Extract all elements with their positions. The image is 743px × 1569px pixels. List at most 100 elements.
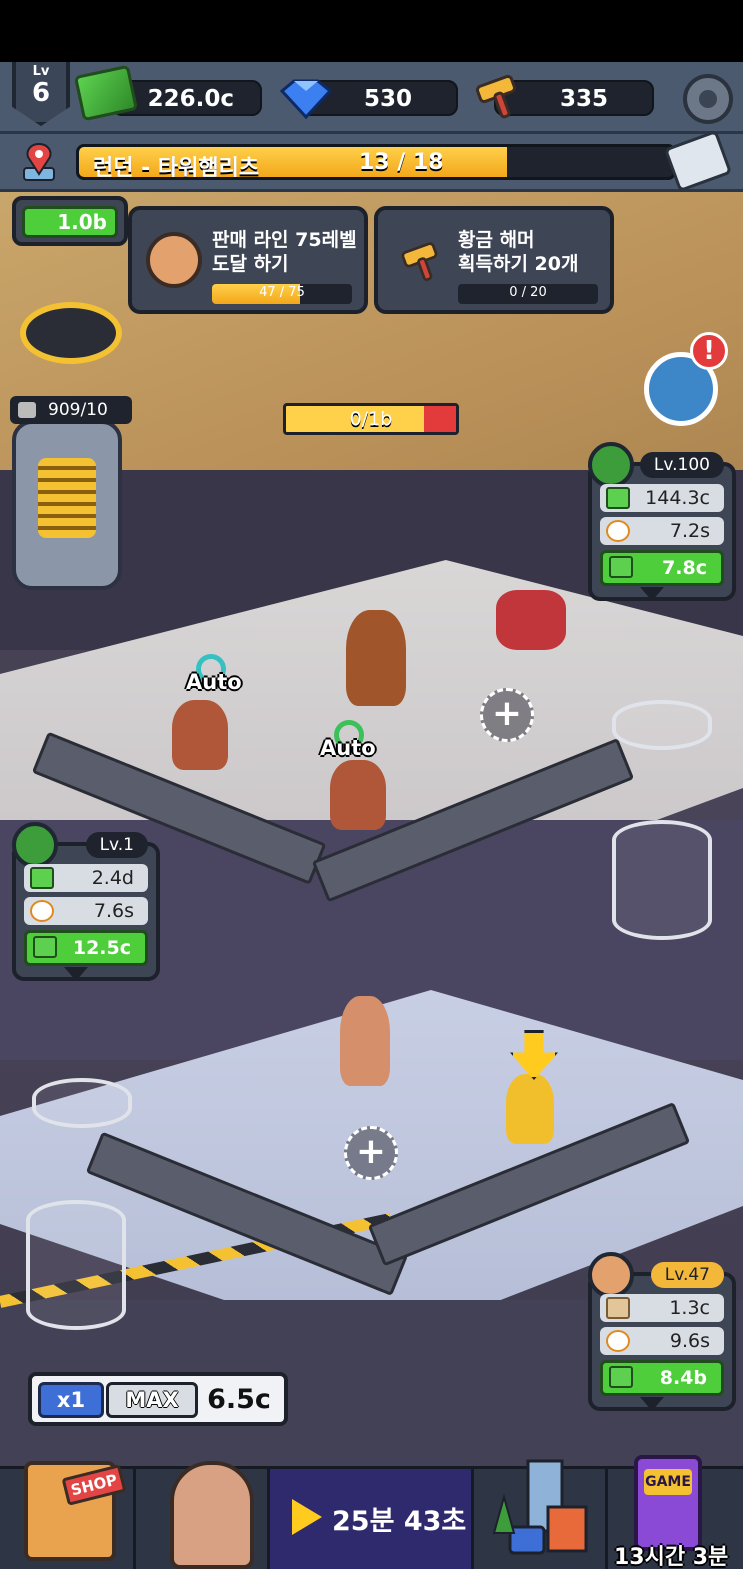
play-icon — [292, 1499, 322, 1535]
quest-card-golden-hammer[interactable]: 황금 해머 획득하기 20개 0 / 20 — [374, 206, 614, 314]
map-pin-icon[interactable] — [22, 142, 56, 182]
top-station-cash: 1.0b — [22, 206, 118, 238]
arcade-timer: 13시간 3분 — [614, 1545, 729, 1569]
upgrade-cost: 12.5c — [72, 937, 131, 959]
clock-icon — [606, 520, 630, 542]
mine-progress-bar: 0/1b — [283, 403, 459, 435]
drill-worker[interactable] — [506, 1074, 554, 1144]
top-station-panel[interactable]: 1.0b — [12, 196, 128, 246]
tube-cylinder — [32, 1078, 132, 1128]
manhole — [20, 302, 122, 364]
box-icon — [146, 232, 202, 288]
tube-cylinder — [26, 1200, 126, 1330]
bolt-icon — [18, 402, 36, 418]
stage-progress-bar: 런던 - 타워햄리츠 13 / 18 — [0, 129, 743, 193]
quest-line2: 획득하기 20개 — [458, 253, 579, 275]
bolt-counter-value: 909/10 — [48, 400, 108, 420]
gear-icon[interactable] — [683, 74, 733, 124]
time-value: 9.6s — [669, 1330, 710, 1352]
upgrade-button[interactable]: 8.4b — [600, 1360, 724, 1396]
bottom-navigation: SHOP 25분 43초 GAME 13시간 3분 — [0, 1455, 743, 1569]
coil — [38, 458, 96, 538]
ticket-icon[interactable] — [663, 129, 733, 193]
clock-icon — [606, 1330, 630, 1352]
hammer-value: 335 — [559, 86, 608, 112]
time-value: 7.6s — [93, 900, 134, 922]
worker-auto-1[interactable] — [172, 700, 228, 770]
drill-icon — [12, 822, 58, 868]
multiplier-x1-button[interactable]: x1 — [38, 1382, 104, 1418]
quest-progress: 47 / 75 — [212, 284, 352, 304]
hammer-icon — [475, 74, 517, 119]
auto-label: Auto — [320, 736, 376, 760]
cash-icon — [609, 556, 633, 578]
box-icon — [588, 1252, 634, 1298]
time-row: 9.6s — [600, 1327, 724, 1355]
resource-bar: Lv 6 226.0c 530 335 — [0, 62, 743, 134]
arcade-sign: GAME — [644, 1469, 692, 1495]
manager-icon — [170, 1461, 254, 1569]
level-value: 6 — [31, 78, 51, 108]
video-boost-timer: 25분 43초 — [332, 1506, 467, 1537]
multiplier-value: 6.5c — [207, 1384, 271, 1415]
nav-video-boost[interactable]: 25분 43초 — [270, 1469, 474, 1569]
mine-progress-text: 0/1b — [349, 408, 393, 430]
add-worker-button[interactable]: + — [344, 1126, 398, 1180]
income-icon — [30, 867, 54, 889]
quest-line1: 황금 해머 — [458, 229, 535, 251]
income-value: 1.3c — [669, 1297, 710, 1319]
generator-tank[interactable] — [12, 420, 122, 590]
factory-city-icon — [492, 1459, 588, 1555]
level-badge[interactable]: Lv 6 — [12, 62, 70, 126]
auto-label: Auto — [186, 670, 242, 694]
upgrade-button[interactable]: 12.5c — [24, 930, 148, 966]
quest-line1: 판매 라인 75레벨 — [212, 229, 357, 251]
multiplier-max-button[interactable]: MAX — [106, 1382, 198, 1418]
golden-hammer-icon — [401, 242, 438, 282]
nav-arcade[interactable]: GAME 13시간 3분 — [608, 1455, 743, 1569]
level-label: Lv — [32, 64, 50, 79]
quest-line2: 도달 하기 — [212, 253, 289, 275]
shop-sign: SHOP — [61, 1464, 127, 1506]
income-row: 2.4d — [24, 864, 148, 892]
nav-city[interactable] — [474, 1459, 608, 1569]
quest-card-sales-level[interactable]: 판매 라인 75레벨 도달 하기 47 / 75 — [128, 206, 368, 314]
bolt-counter: 909/10 — [10, 396, 132, 424]
gem-icon — [279, 79, 333, 120]
shop-icon: SHOP — [24, 1461, 127, 1561]
station-level: Lv.1 — [85, 832, 148, 858]
horse-mask-worker[interactable] — [346, 610, 406, 706]
arcade-icon: GAME — [634, 1455, 702, 1551]
add-worker-button[interactable]: + — [480, 688, 534, 742]
tube-cylinder — [612, 820, 712, 940]
multiplier-control: x1 MAX 6.5c — [28, 1372, 288, 1426]
manager-worker[interactable] — [340, 996, 390, 1086]
time-value: 7.2s — [669, 520, 710, 542]
box-mini-icon — [606, 1297, 630, 1319]
income-row: 1.3c — [600, 1294, 724, 1322]
upgrade-cost: 7.8c — [662, 557, 707, 579]
dynamite-icon — [588, 442, 634, 488]
time-row: 7.6s — [24, 897, 148, 925]
upgrade-cost: 8.4b — [659, 1367, 707, 1389]
cash-icon — [33, 936, 57, 958]
red-tanks — [496, 590, 566, 650]
worker-auto-2[interactable] — [330, 760, 386, 830]
nav-manager[interactable] — [136, 1461, 270, 1569]
gem-value: 530 — [363, 86, 412, 112]
station-level: Lv.47 — [650, 1262, 724, 1288]
quest-progress: 0 / 20 — [458, 284, 598, 304]
station-panel-drill[interactable]: Lv.1 2.4d 7.6s 12.5c — [12, 822, 160, 981]
stage-title: 런던 - 타워햄리츠 — [93, 156, 260, 180]
station-panel-sales[interactable]: Lv.47 1.3c 9.6s 8.4b — [588, 1252, 736, 1411]
income-value: 144.3c — [645, 487, 710, 509]
quest-progress-text: 0 / 20 — [509, 285, 547, 300]
station-panel-mine[interactable]: Lv.100 144.3c 7.2s 7.8c — [588, 442, 736, 601]
upgrade-button[interactable]: 7.8c — [600, 550, 724, 586]
time-row: 7.2s — [600, 517, 724, 545]
alert-icon: ! — [690, 332, 728, 370]
nav-shop[interactable]: SHOP — [0, 1461, 136, 1569]
stage-progress-text: 13 / 18 — [359, 150, 444, 175]
income-value: 2.4d — [91, 867, 134, 889]
clock-icon — [30, 900, 54, 922]
